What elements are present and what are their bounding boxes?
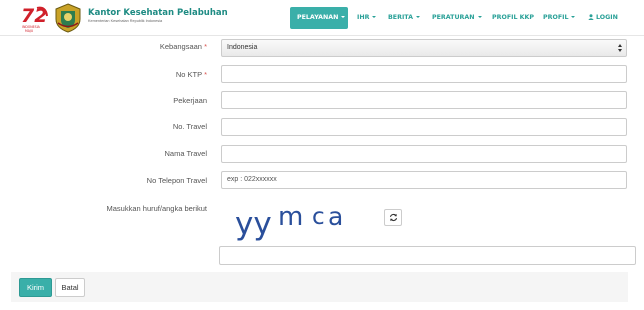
nav-item-ihr[interactable]: IHR [357,7,377,29]
nav-item-label: PROFIL KKP [492,14,535,21]
pekerjaan-input[interactable] [221,91,627,109]
no-telepon-travel-input[interactable]: exp : 022xxxxxx [221,171,627,189]
nama-travel-label: Nama Travel [164,149,207,158]
no-ktp-input[interactable] [221,65,627,83]
captcha-char: m [278,202,303,232]
nav-item-profil-kkp[interactable]: PROFIL KKP [492,7,534,29]
captcha-char: yy [235,206,272,242]
captcha-label: Masukkan huruf/angka berikut [106,204,207,213]
svg-text:MAJU: MAJU [25,29,34,33]
field-label-text: Kebangsaan [159,42,202,51]
nav-item-label: PERATURAN [432,14,475,21]
field-label-text: No KTP [175,70,202,79]
user-icon [588,14,594,20]
nav-item-peraturan[interactable]: PERATURAN [432,7,482,29]
submit-button[interactable]: Kirim [19,278,52,297]
select-arrows-icon [618,44,622,52]
caret-down-icon [372,16,377,18]
required-mark: * [204,42,207,51]
cancel-button[interactable]: Batal [55,278,85,297]
kebangsaan-select[interactable]: Indonesia [221,39,627,57]
site-header: 72 INDONESIA MAJU Kantor Kesehatan Pelab… [0,0,644,36]
caret-down-icon [341,16,346,18]
form-actions-bar: Kirim Batal [11,272,628,302]
brand-title: Kantor Kesehatan Pelabuhan [88,8,228,18]
no-travel-label: No. Travel [172,122,207,131]
nav-item-berita[interactable]: BERITA [388,7,420,29]
ministry-emblem-icon[interactable] [54,3,82,33]
required-mark: * [204,70,207,79]
captcha-char: a [328,202,343,231]
refresh-icon [389,213,398,222]
caret-down-icon [571,16,576,18]
no-telepon-travel-label: No Telepon Travel [146,176,207,185]
captcha-refresh-button[interactable] [384,209,402,226]
nav-item-label: LOGIN [596,14,618,21]
kebangsaan-label: Kebangsaan * [160,42,207,51]
no-ktp-label: No KTP * [176,70,207,79]
nav-item-pelayanan[interactable]: PELAYANAN [290,7,348,29]
brand-subtitle: Kementerian Kesehatan Republik Indonesia [88,19,163,23]
nav-item-label: BERITA [388,14,413,21]
nav-item-label: PROFIL [543,14,569,21]
caret-down-icon [415,16,420,18]
pekerjaan-label: Pekerjaan [173,96,207,105]
captcha-char: c [312,204,325,230]
brand[interactable]: Kantor Kesehatan Pelabuhan Kementerian K… [88,8,228,23]
captcha-input[interactable] [219,246,636,265]
caret-down-icon [477,16,482,18]
anniversary-72-logo[interactable]: 72 INDONESIA MAJU [20,2,50,34]
kebangsaan-selected-value: Indonesia [227,44,258,51]
nav-item-login[interactable]: LOGIN [588,7,618,29]
nav-item-profil[interactable]: PROFIL [543,7,576,29]
nav-item-label: IHR [357,14,370,21]
captcha-image: yy m c a [235,202,343,242]
nav-item-label: PELAYANAN [297,14,339,21]
nama-travel-input[interactable] [221,145,627,163]
no-travel-input[interactable] [221,118,627,136]
